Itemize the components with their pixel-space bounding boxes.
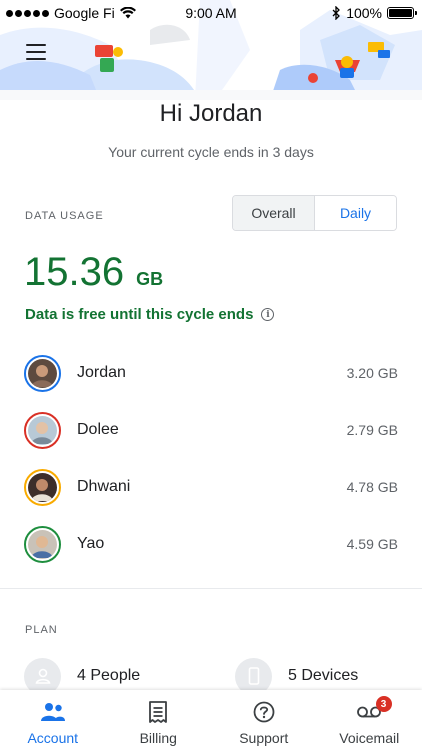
free-data-text: Data is free until this cycle ends bbox=[25, 306, 254, 323]
tab-billing[interactable]: Billing bbox=[106, 690, 212, 750]
status-bar: Google Fi 9:00 AM 100% bbox=[0, 0, 422, 26]
support-icon bbox=[252, 700, 276, 724]
member-row-dhwani[interactable]: Dhwani 4.78 GB bbox=[24, 468, 398, 506]
billing-icon bbox=[146, 700, 170, 724]
member-usage: 4.59 GB bbox=[346, 536, 398, 552]
account-icon bbox=[40, 700, 65, 724]
data-usage-label: DATA USAGE bbox=[25, 210, 104, 222]
data-usage-value: 15.36 bbox=[24, 250, 125, 294]
voicemail-badge: 3 bbox=[375, 696, 392, 712]
avatar bbox=[24, 354, 61, 392]
avatar bbox=[24, 468, 61, 506]
free-data-notice: Data is free until this cycle ends i bbox=[25, 306, 275, 323]
tab-label: Account bbox=[27, 730, 79, 746]
usage-view-toggle: Overall Daily bbox=[232, 195, 397, 231]
member-name: Dhwani bbox=[77, 478, 131, 495]
data-usage-amount: 15.36 GB bbox=[24, 250, 163, 295]
tab-support[interactable]: Support bbox=[211, 690, 317, 750]
plan-label: PLAN bbox=[25, 624, 58, 636]
tab-account[interactable]: Account bbox=[0, 690, 106, 750]
avatar bbox=[24, 525, 61, 563]
member-name: Yao bbox=[77, 535, 105, 552]
member-row-yao[interactable]: Yao 4.59 GB bbox=[24, 525, 398, 563]
bluetooth-icon bbox=[332, 6, 341, 20]
member-name: Jordan bbox=[77, 364, 126, 381]
phone-icon bbox=[235, 657, 272, 695]
avatar bbox=[24, 411, 61, 449]
battery-percent: 100% bbox=[346, 5, 382, 21]
greeting-title: Hi Jordan bbox=[159, 100, 263, 127]
cycle-text: Your current cycle ends in 3 days bbox=[108, 144, 314, 160]
tab-voicemail[interactable]: 3 Voicemail bbox=[317, 690, 422, 750]
member-usage: 3.20 GB bbox=[346, 365, 398, 381]
tab-label: Support bbox=[239, 730, 289, 746]
info-icon[interactable]: i bbox=[261, 308, 275, 321]
person-icon bbox=[24, 657, 61, 695]
section-divider bbox=[0, 588, 422, 589]
plan-people-label: 4 People bbox=[77, 667, 141, 684]
member-name: Dolee bbox=[77, 421, 119, 438]
menu-icon[interactable] bbox=[26, 44, 46, 60]
bottom-tab-bar: Account Billing Support 3 Voicemail bbox=[0, 690, 422, 750]
member-row-jordan[interactable]: Jordan 3.20 GB bbox=[24, 354, 398, 392]
member-usage: 4.78 GB bbox=[346, 479, 398, 495]
data-usage-unit: GB bbox=[136, 269, 164, 289]
battery-icon bbox=[387, 7, 417, 19]
toggle-overall[interactable]: Overall bbox=[233, 196, 315, 230]
tab-label: Voicemail bbox=[339, 730, 400, 746]
toggle-daily[interactable]: Daily bbox=[315, 196, 396, 230]
member-usage: 2.79 GB bbox=[346, 422, 398, 438]
member-row-dolee[interactable]: Dolee 2.79 GB bbox=[24, 411, 398, 449]
tab-label: Billing bbox=[139, 730, 177, 746]
plan-devices-label: 5 Devices bbox=[288, 667, 359, 684]
